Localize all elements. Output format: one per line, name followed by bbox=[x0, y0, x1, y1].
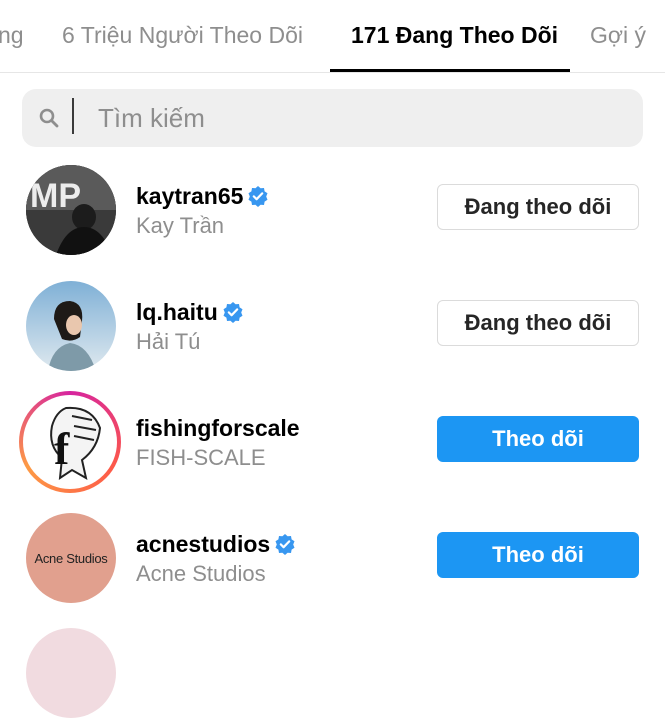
username[interactable]: kaytran65 bbox=[136, 183, 269, 210]
story-ring-avatar[interactable]: f bbox=[19, 391, 121, 493]
full-name: FISH-SCALE bbox=[136, 445, 266, 470]
avatar-lettering: f bbox=[54, 423, 70, 474]
username[interactable]: lq.haitu bbox=[136, 299, 244, 326]
full-name: Acne Studios bbox=[136, 561, 266, 586]
avatar-logo-text: Acne Studios bbox=[34, 550, 108, 566]
tab-followers[interactable]: 6 Triệu Người Theo Dõi bbox=[62, 22, 303, 49]
search-input[interactable] bbox=[98, 101, 618, 135]
follow-button[interactable]: Theo dõi bbox=[437, 416, 639, 462]
full-name: Hải Tú bbox=[136, 329, 201, 354]
avatar[interactable] bbox=[26, 281, 116, 371]
active-tab-indicator bbox=[330, 69, 570, 72]
user-row[interactable]: f fishingforscale FISH-SCALE Theo dõi bbox=[0, 391, 665, 509]
avatar[interactable]: Acne Studios bbox=[26, 513, 116, 603]
tab-suggested[interactable]: Gợi ý bbox=[590, 22, 646, 49]
avatar-image: MP bbox=[26, 165, 116, 255]
verified-badge-icon bbox=[223, 301, 243, 323]
avatar-image: f bbox=[26, 398, 114, 486]
tab-bar: ng 6 Triệu Người Theo Dõi 171 Đang Theo … bbox=[0, 0, 665, 73]
following-button[interactable]: Đang theo dõi bbox=[437, 300, 639, 346]
avatar-image bbox=[26, 281, 116, 371]
text-cursor bbox=[72, 98, 74, 134]
following-button[interactable]: Đang theo dõi bbox=[437, 184, 639, 230]
verified-badge-icon bbox=[275, 533, 295, 555]
user-row[interactable]: Acne Studios acnestudios Acne Studios Th… bbox=[0, 513, 665, 625]
avatar[interactable]: MP bbox=[26, 165, 116, 255]
follow-button[interactable]: Theo dõi bbox=[437, 532, 639, 578]
verified-badge-icon bbox=[248, 185, 268, 207]
search-icon bbox=[39, 108, 59, 128]
search-bar[interactable] bbox=[22, 89, 643, 147]
username[interactable]: fishingforscale bbox=[136, 415, 300, 442]
avatar-lettering: MP bbox=[30, 177, 81, 215]
user-row[interactable]: lq.haitu Hải Tú Đang theo dõi bbox=[0, 281, 665, 393]
username[interactable]: acnestudios bbox=[136, 531, 296, 558]
user-row[interactable]: MP kaytran65 Kay Trần Đang theo dõi bbox=[0, 165, 665, 277]
tab-following[interactable]: 171 Đang Theo Dõi bbox=[351, 22, 558, 49]
full-name: Kay Trần bbox=[136, 213, 225, 238]
tab-partial[interactable]: ng bbox=[0, 22, 24, 49]
